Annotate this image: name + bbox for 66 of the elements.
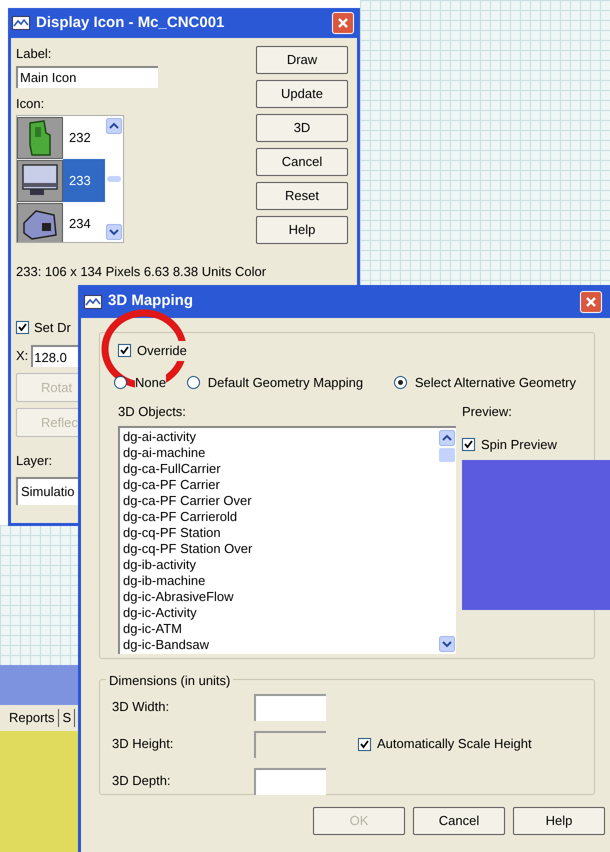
check-icon [18, 322, 27, 332]
object-list-item[interactable]: dg-cq-PF Station [123, 524, 438, 540]
object-list-item[interactable]: dg-ai-activity [123, 428, 438, 444]
dialog-button[interactable]: Reset [256, 182, 348, 210]
dimension-field[interactable] [254, 768, 326, 794]
app-icon [84, 294, 102, 308]
object-list-item[interactable]: dg-ic-Activity [123, 604, 438, 620]
object-list-item[interactable]: dg-ic-Bandsaw [123, 636, 438, 652]
scroll-down-icon[interactable] [106, 224, 122, 240]
checkbox[interactable] [118, 344, 131, 358]
layer-caption: Layer: [16, 452, 54, 470]
object-list-item[interactable]: dg-ic-AbrasiveFlow [123, 588, 438, 604]
object-list-item[interactable]: dg-ca-PF Carrierold [123, 508, 438, 524]
checkbox-label: Set Dr [34, 318, 71, 336]
checkbox-label: Automatically Scale Height [377, 735, 532, 754]
checkbox[interactable] [16, 320, 29, 334]
checkbox[interactable] [358, 738, 371, 750]
objects-caption: 3D Objects: [118, 403, 187, 421]
tab[interactable]: S [62, 709, 76, 727]
window-title: Display Icon - Mc_CNC001 [36, 12, 226, 33]
object-list-item[interactable]: dg-ai-machine [123, 444, 438, 460]
tab[interactable]: Reports [9, 709, 59, 727]
app-icon [12, 16, 30, 30]
checkbox-label: Spin Preview [481, 436, 557, 454]
dialog-button[interactable]: Update [256, 80, 348, 108]
dialog-title: 3D Mapping [108, 291, 194, 312]
object-list-item[interactable]: dg-ca-PF Carrier Over [123, 492, 438, 508]
close-button[interactable] [332, 12, 354, 34]
icon-caption: Icon: [16, 94, 46, 112]
scroll-up-icon[interactable] [439, 430, 455, 446]
object-list-item[interactable]: dg-ic-ATM [123, 620, 438, 636]
object-list-item[interactable]: dg-ca-PF Carrier [123, 476, 438, 492]
object-list-item[interactable]: dg-ib-machine [123, 572, 438, 588]
layer-field[interactable]: Simulatio [16, 476, 80, 504]
object-list-item[interactable]: dg-ib-activity [123, 556, 438, 572]
dimension-field[interactable] [254, 694, 326, 720]
dimension-label: 3D Width: [112, 698, 170, 716]
dimension-label: 3D Height: [112, 735, 174, 754]
x-caption: X: [16, 347, 28, 366]
label-field[interactable]: Main Icon [16, 66, 158, 88]
dialog-button[interactable]: Cancel [413, 806, 505, 834]
radio-button[interactable] [394, 376, 407, 389]
label-caption: Label: [16, 45, 52, 63]
icon-info: 233: 106 x 134 Pixels 6.63 8.38 Units Color [15, 263, 268, 281]
dialog-button[interactable]: Help [256, 216, 348, 244]
radio-button[interactable] [186, 376, 200, 389]
checkbox[interactable] [462, 438, 475, 451]
scroll-thumb[interactable] [439, 448, 455, 462]
check-icon [464, 440, 473, 449]
dialog-button[interactable]: 3D [256, 114, 348, 142]
checkbox-label: Override [137, 341, 187, 360]
check-icon [360, 740, 369, 748]
scroll-down-icon[interactable] [439, 636, 455, 652]
object-list-item[interactable]: dg-ca-FullCarrier [123, 460, 438, 476]
scroll-thumb[interactable] [107, 176, 121, 182]
scroll-up-icon[interactable] [106, 118, 122, 134]
dialog-button[interactable]: Draw [256, 46, 348, 74]
close-icon [337, 17, 349, 29]
close-icon [585, 296, 597, 308]
preview-caption: Preview: [462, 403, 513, 421]
check-icon [120, 346, 129, 356]
dialog-button[interactable]: Cancel [256, 148, 348, 176]
dialog-button[interactable]: Help [513, 806, 605, 834]
close-button[interactable] [580, 290, 602, 312]
dimension-label: 3D Depth: [112, 772, 172, 790]
object-list-item[interactable]: dg-cq-PF Station Over [123, 540, 438, 556]
